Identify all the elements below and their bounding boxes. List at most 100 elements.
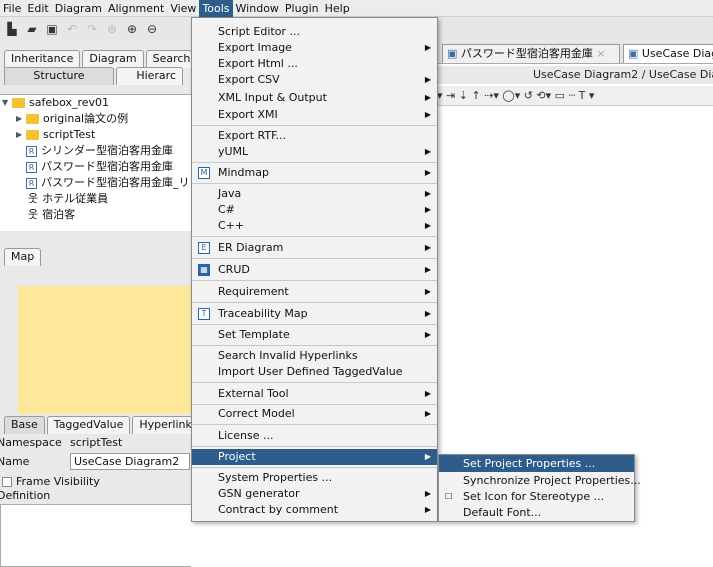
submenu-arrow-icon: ▶ [424,110,431,119]
menu-item-export-image[interactable]: Export Image ▶ [192,40,437,56]
menu-item-java[interactable]: Java ▶ [192,186,437,202]
menu-item-xml-io[interactable]: XML Input & Output ▶ [192,90,437,106]
menu-view[interactable]: View [167,0,199,17]
diagram-tab-label: UseCase Diagr [641,47,713,60]
tree-item-diagram[interactable]: R シリンダー型宿泊客用金庫 [0,143,191,159]
menu-item-import-tagged-value[interactable]: Import User Defined TaggedValue [192,364,437,380]
menu-separator [192,467,437,468]
namespace-value: scriptTest [70,436,123,449]
project-folder-icon [12,98,25,108]
menu-separator [192,404,437,405]
menu-item-export-xmi[interactable]: Export XMI ▶ [192,107,437,123]
diagram-tools-icon[interactable]: ▾ ⇥ ⇣ ↑ ⇢▾ ◯▾ ↺ ⟲▾ ▭ ┈ T ▾ [437,89,594,102]
namespace-label: Namespace [0,436,62,449]
menu-item-license[interactable]: License ... [192,428,437,444]
menu-item-yuml[interactable]: yUML ▶ [192,144,437,160]
submenu-item-label: Set Icon for Stereotype ... [463,490,605,503]
usecase-diagram-icon: R [26,177,37,189]
tab-map[interactable]: Map [4,248,42,266]
tab-structure[interactable]: Structure [4,67,114,85]
redo-icon[interactable]: ↷ [84,21,100,37]
menu-item-cpp[interactable]: C++ ▶ [192,218,437,234]
submenu-item-set-stereotype-icon[interactable]: ☐ Set Icon for Stereotype ... [439,488,634,505]
menu-diagram[interactable]: Diagram [52,0,105,17]
tab-taggedvalue[interactable]: TaggedValue [46,416,131,434]
tree-label: 宿泊客 [42,208,76,221]
diagram-tab-password-safe[interactable]: ▣ パスワード型宿泊客用金庫 × [442,44,620,63]
menu-item-export-html[interactable]: Export Html ... [192,56,437,72]
menu-item-external-tool[interactable]: External Tool ▶ [192,386,437,402]
collapse-arrow-icon[interactable]: ▶ [16,111,26,127]
menu-alignment[interactable]: Alignment [105,0,167,17]
submenu-arrow-icon: ▶ [424,168,431,177]
folder-icon [26,114,39,124]
menu-item-gsn-generator[interactable]: GSN generator ▶ [192,486,437,502]
new-file-icon[interactable]: ▙ [4,21,20,37]
zoom-out-icon[interactable]: ⊖ [144,21,160,37]
menu-item-mindmap[interactable]: M Mindmap ▶ [192,165,437,181]
menu-help[interactable]: Help [322,0,353,17]
submenu-item-set-project-properties[interactable]: Set Project Properties ... [439,455,634,472]
menu-item-export-rtf[interactable]: Export RTF... [192,128,437,144]
submenu-arrow-icon: ▶ [424,93,431,102]
undo-icon[interactable]: ↶ [64,21,80,37]
zoom-fit-icon[interactable]: ⊕ [104,21,120,37]
tab-search[interactable]: Search [145,50,192,68]
frame-visibility-checkbox[interactable] [2,476,12,487]
submenu-item-sync-project-properties[interactable]: Synchronize Project Properties... [439,472,641,489]
menu-item-traceability-map[interactable]: T Traceability Map ▶ [192,306,437,322]
usecase-diagram-icon: ▣ [628,47,642,60]
tab-diagram[interactable]: Diagram [82,50,144,68]
tree-item-actor[interactable]: 웃 ホテル従業員 [0,191,191,207]
menu-item-set-template[interactable]: Set Template ▶ [192,327,437,343]
menu-item-script-editor[interactable]: Script Editor ... [192,24,437,40]
tree-item-diagram[interactable]: R パスワード型宿泊客用金庫_リ [0,175,191,191]
menu-item-correct-model[interactable]: Correct Model ▶ [192,406,437,422]
menu-item-export-csv[interactable]: Export CSV ▶ [192,72,437,88]
tree-item-actor[interactable]: 웃 宿泊客 [0,207,191,223]
mindmap-icon: M [198,167,210,179]
tab-hierarchy[interactable]: Hierarc [116,67,183,85]
save-icon[interactable]: ▣ [44,21,60,37]
close-icon[interactable]: × [593,47,605,60]
submenu-arrow-icon: ▶ [424,330,431,339]
expand-arrow-icon[interactable]: ▼ [2,95,12,111]
menu-edit[interactable]: Edit [24,0,51,17]
collapse-arrow-icon[interactable]: ▶ [16,127,26,143]
menu-plugin[interactable]: Plugin [282,0,322,17]
crud-table-icon: ▦ [198,264,210,276]
tab-inheritance[interactable]: Inheritance [4,50,81,68]
tree-item-folder[interactable]: ▶ scriptTest [0,127,191,143]
menu-item-requirement[interactable]: Requirement ▶ [192,284,437,300]
usecase-diagram-icon: R [26,161,37,173]
menu-item-system-properties[interactable]: System Properties ... [192,470,437,486]
tree-label: パスワード型宿泊客用金庫_リ [41,176,190,189]
zoom-in-icon[interactable]: ⊕ [124,21,140,37]
menu-item-er-diagram[interactable]: E ER Diagram ▶ [192,240,437,256]
menu-item-project[interactable]: Project ▶ [192,449,437,465]
project-view-tabs-row2: Structure Hierarc [4,67,185,85]
project-submenu: Set Project Properties ... Synchronize P… [438,454,641,522]
menu-item-search-invalid-hyperlinks[interactable]: Search Invalid Hyperlinks [192,348,437,364]
tree-item-folder[interactable]: ▶ original論文の例 [0,111,191,127]
name-field[interactable]: UseCase Diagram2 [70,453,190,470]
tree-item-root[interactable]: ▼ safebox_rev01 [0,95,191,111]
menu-separator [192,424,437,425]
submenu-arrow-icon: ▶ [424,489,431,498]
tree-label: シリンダー型宿泊客用金庫 [41,144,173,157]
menu-item-csharp[interactable]: C# ▶ [192,202,437,218]
menu-file[interactable]: File [0,0,24,17]
menu-item-contract-by-comment[interactable]: Contract by comment ▶ [192,502,437,518]
tools-menu: Script Editor ... Export Image ▶ Export H… [191,17,438,522]
open-folder-icon[interactable]: ▰ [24,21,40,37]
submenu-item-default-font[interactable]: Default Font... [439,504,634,521]
submenu-arrow-icon: ▶ [424,409,431,418]
tab-hyperlink[interactable]: Hyperlink [132,416,199,434]
tree-item-diagram[interactable]: R パスワード型宿泊客用金庫 [0,159,191,175]
menu-separator [192,162,437,163]
tab-base[interactable]: Base [4,416,45,434]
menu-tools[interactable]: Tools [199,0,233,17]
menu-item-crud[interactable]: ▦ CRUD ▶ [192,262,437,278]
diagram-tab-usecase[interactable]: ▣ UseCase Diagr [623,44,713,63]
menu-window[interactable]: Window [233,0,282,17]
